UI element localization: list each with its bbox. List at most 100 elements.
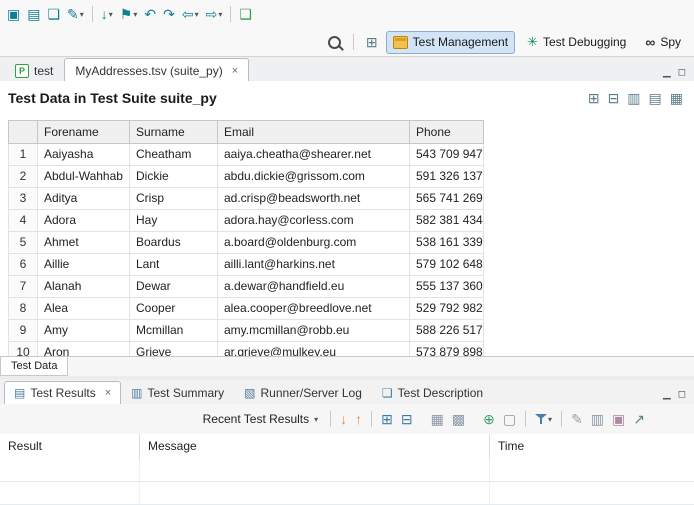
undo-icon[interactable]: ↶: [141, 3, 159, 25]
close-icon[interactable]: ×: [232, 65, 238, 77]
row-number[interactable]: 9: [8, 320, 38, 342]
cell[interactable]: Lant: [130, 254, 218, 276]
tab-test-summary[interactable]: ▥ Test Summary: [121, 381, 234, 404]
cell[interactable]: Cooper: [130, 298, 218, 320]
editor-tab-test[interactable]: P test: [4, 58, 64, 82]
cell[interactable]: a.board@oldenburg.com: [218, 232, 410, 254]
column-header-result[interactable]: Result: [0, 434, 140, 459]
cell[interactable]: 538 161 3394: [410, 232, 484, 254]
cell[interactable]: Hay: [130, 210, 218, 232]
cell[interactable]: 591 326 1378: [410, 166, 484, 188]
redo-icon[interactable]: ↷: [160, 3, 178, 25]
cell[interactable]: abdu.dickie@grissom.com: [218, 166, 410, 188]
table-row[interactable]: 4 Adora Hay adora.hay@corless.com 582 381 43…: [8, 210, 484, 232]
column-header-email[interactable]: Email: [218, 120, 410, 144]
jump-next-icon[interactable]: ↓: [337, 408, 350, 430]
cell[interactable]: 579 102 6482: [410, 254, 484, 276]
save-icon[interactable]: ▣: [4, 3, 23, 25]
forward-icon[interactable]: ⇨ ▾: [203, 3, 226, 25]
cell[interactable]: Abdul-Wahhab: [38, 166, 130, 188]
cell[interactable]: Aditya: [38, 188, 130, 210]
cell[interactable]: Cheatham: [130, 144, 218, 166]
row-number[interactable]: 1: [8, 144, 38, 166]
cell[interactable]: 543 709 9479: [410, 144, 484, 166]
cell[interactable]: Crisp: [130, 188, 218, 210]
new-test-case-icon[interactable]: ❑: [236, 3, 255, 25]
row-number[interactable]: 5: [8, 232, 38, 254]
cell[interactable]: 555 137 3609: [410, 276, 484, 298]
table-row[interactable]: 2 Abdul-Wahhab Dickie abdu.dickie@grissom.c…: [8, 166, 484, 188]
table-row[interactable]: 7 Alanah Dewar a.dewar@handfield.eu 555 137 …: [8, 276, 484, 298]
cell[interactable]: 529 792 9823: [410, 298, 484, 320]
cell[interactable]: Dewar: [130, 276, 218, 298]
tab-runner-server-log[interactable]: ▧ Runner/Server Log: [234, 381, 372, 404]
row-number[interactable]: 2: [8, 166, 38, 188]
save-results-icon[interactable]: ▢: [500, 408, 519, 430]
cell[interactable]: Ahmet: [38, 232, 130, 254]
recent-results-dropdown[interactable]: Recent Test Results ▾: [197, 408, 325, 430]
cell[interactable]: adora.hay@corless.com: [218, 210, 410, 232]
cell[interactable]: Amy: [38, 320, 130, 342]
table-row[interactable]: 8 Alea Cooper alea.cooper@breedlove.net 529 …: [8, 298, 484, 320]
upload-results-icon[interactable]: ⊕: [480, 408, 498, 430]
column-header-surname[interactable]: Surname: [130, 120, 218, 144]
maximize-icon[interactable]: ◻: [678, 68, 686, 78]
table-row[interactable]: 9 Amy Mcmillan amy.mcmillan@robb.eu 588 226 …: [8, 320, 484, 342]
run-test-icon[interactable]: ↓ ▾: [98, 3, 116, 25]
delete-row-icon[interactable]: ⊟: [605, 87, 623, 109]
tab-test-description[interactable]: ❏ Test Description: [372, 381, 493, 404]
collapse-all-icon[interactable]: ⊟: [398, 408, 416, 430]
export-icon[interactable]: ↗: [630, 408, 648, 430]
sheet-tab-test-data[interactable]: Test Data: [0, 357, 69, 376]
delete-column-icon[interactable]: ▤: [646, 87, 665, 109]
cell[interactable]: Mcmillan: [130, 320, 218, 342]
row-number[interactable]: 4: [8, 210, 38, 232]
record-test-icon[interactable]: ⚑ ▾: [117, 3, 141, 25]
add-row-icon[interactable]: ⊞: [585, 87, 603, 109]
cell[interactable]: 588 226 5176: [410, 320, 484, 342]
cell[interactable]: ad.crisp@beadsworth.net: [218, 188, 410, 210]
edit-filter-icon[interactable]: ✎: [568, 408, 586, 430]
row-number[interactable]: 8: [8, 298, 38, 320]
image-icon[interactable]: ▣: [609, 408, 628, 430]
cell[interactable]: a.dewar@handfield.eu: [218, 276, 410, 298]
table-row[interactable]: 3 Aditya Crisp ad.crisp@beadsworth.net 565 7…: [8, 188, 484, 210]
table-view-icon[interactable]: ▦: [428, 408, 447, 430]
row-number[interactable]: 7: [8, 276, 38, 298]
minimize-icon[interactable]: ▁: [663, 68, 671, 78]
tab-test-results[interactable]: ▤ Test Results ×: [4, 381, 122, 404]
perspective-test-debugging[interactable]: ✳ Test Debugging: [520, 31, 633, 54]
cell[interactable]: 565 741 2692: [410, 188, 484, 210]
cell[interactable]: alea.cooper@breedlove.net: [218, 298, 410, 320]
cell[interactable]: ailli.lant@harkins.net: [218, 254, 410, 276]
minimize-icon[interactable]: ▁: [663, 390, 671, 400]
back-icon[interactable]: ⇦ ▾: [179, 3, 202, 25]
column-header-message[interactable]: Message: [140, 434, 490, 459]
cell[interactable]: 582 381 4345: [410, 210, 484, 232]
search-icon[interactable]: [325, 31, 344, 53]
table-row[interactable]: 6 Aillie Lant ailli.lant@harkins.net 579 102…: [8, 254, 484, 276]
table-row[interactable]: 5 Ahmet Boardus a.board@oldenburg.com 538 16…: [8, 232, 484, 254]
new-editor-icon[interactable]: ❏: [44, 3, 63, 25]
open-perspective-icon[interactable]: ⊞: [363, 31, 381, 53]
maximize-icon[interactable]: ◻: [678, 390, 686, 400]
column-header-time[interactable]: Time: [490, 434, 694, 459]
annotate-icon[interactable]: ✎ ▾: [64, 3, 87, 25]
cell[interactable]: Boardus: [130, 232, 218, 254]
row-number[interactable]: 3: [8, 188, 38, 210]
cell[interactable]: Alanah: [38, 276, 130, 298]
filter-icon[interactable]: ▾: [532, 408, 555, 430]
cell[interactable]: Adora: [38, 210, 130, 232]
cell[interactable]: aaiya.cheatha@shearer.net: [218, 144, 410, 166]
table-settings-icon[interactable]: ▦: [667, 87, 686, 109]
table-row[interactable]: 1 Aaiyasha Cheatham aaiya.cheatha@shearer.n…: [8, 144, 484, 166]
close-icon[interactable]: ×: [105, 387, 111, 399]
column-header-forename[interactable]: Forename: [38, 120, 130, 144]
cell[interactable]: Aillie: [38, 254, 130, 276]
cell[interactable]: Dickie: [130, 166, 218, 188]
editor-tab-myaddresses[interactable]: MyAddresses.tsv (suite_py) ×: [64, 58, 250, 82]
print-icon[interactable]: ▤: [24, 3, 43, 25]
perspective-spy[interactable]: ∞ Spy: [638, 31, 688, 54]
cell[interactable]: Alea: [38, 298, 130, 320]
add-column-icon[interactable]: ▥: [624, 87, 643, 109]
